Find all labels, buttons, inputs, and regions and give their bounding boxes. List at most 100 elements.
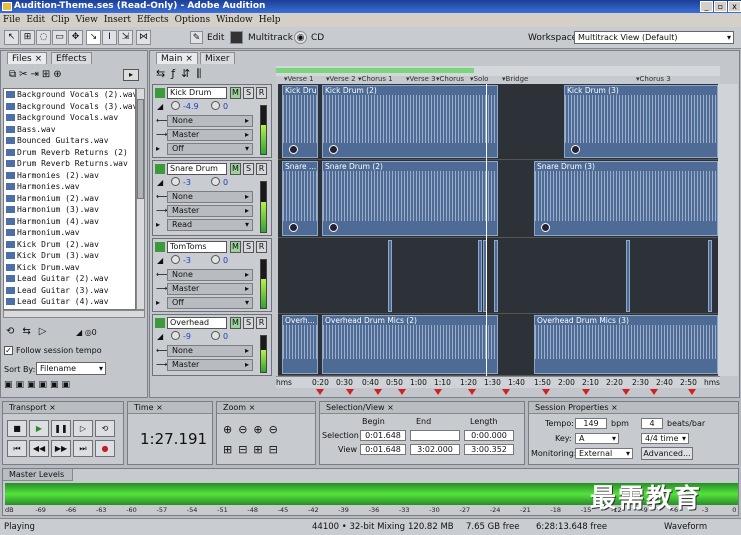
input-select[interactable]: None ▸	[167, 115, 253, 127]
view-length-field[interactable]: 3:00.352	[464, 444, 514, 455]
auto-play-icon[interactable]: ▸	[123, 69, 139, 81]
menu-edit[interactable]: Edit	[23, 13, 48, 27]
file-item[interactable]: Harmonium (4).wav	[4, 216, 135, 228]
volume-value[interactable]: -3	[183, 256, 191, 265]
minimize-button[interactable]: _	[700, 1, 713, 12]
tom-hit-clip[interactable]	[388, 240, 392, 312]
output-select[interactable]: Master ▸	[167, 205, 253, 217]
file-item[interactable]: Harmonium.wav	[4, 227, 135, 239]
file-item[interactable]: Lead Guitar (4).wav	[4, 296, 135, 308]
track-name[interactable]: TomToms	[167, 241, 227, 253]
input-select[interactable]: None ▸	[167, 191, 253, 203]
play-button[interactable]: ▶	[29, 420, 49, 437]
tom-hit-clip[interactable]	[494, 240, 498, 312]
input-select[interactable]: None ▸	[167, 345, 253, 357]
loop-button[interactable]: ⟲	[95, 420, 115, 437]
tab-files[interactable]: Files ×	[7, 52, 48, 64]
preview-volume-icon[interactable]: ◢ ◎0	[76, 328, 97, 337]
forward-button[interactable]: ▶▶	[51, 440, 71, 457]
file-item[interactable]: Harmonium (3).wav	[4, 204, 135, 216]
playhead[interactable]	[486, 84, 487, 376]
beats-field[interactable]: 4	[641, 418, 663, 429]
volume-value[interactable]: -4.9	[183, 102, 199, 111]
file-item[interactable]: Lead Guitar (3).wav	[4, 285, 135, 297]
sort-by-select[interactable]: Filename ▾	[36, 362, 106, 375]
multitrack-view-icon[interactable]	[230, 31, 243, 44]
cd-view-label[interactable]: CD	[311, 33, 324, 43]
stop-button[interactable]: ■	[7, 420, 27, 437]
input-select[interactable]: None ▸	[167, 269, 253, 281]
marker-triangle-icon[interactable]	[374, 389, 382, 395]
record-button[interactable]: R	[256, 317, 267, 329]
pan-value[interactable]: 0	[223, 332, 228, 341]
vertical-scrollbar[interactable]	[718, 84, 738, 376]
tab-effects[interactable]: Effects	[51, 52, 92, 64]
solo-button[interactable]: S	[243, 87, 254, 99]
solo-button[interactable]: S	[243, 317, 254, 329]
expand-icon[interactable]: ▸	[156, 144, 160, 153]
audio-clip[interactable]: Snare ...	[282, 161, 318, 236]
audio-clip[interactable]: Overhead Drum Mics (2)	[322, 315, 498, 374]
marker-label[interactable]: ▾Chorus 3	[636, 75, 671, 83]
file-item[interactable]: Harmonies.wav	[4, 181, 135, 193]
volume-value[interactable]: -9	[183, 332, 191, 341]
play-from-cursor-button[interactable]: ▷	[73, 420, 93, 437]
time-signature-select[interactable]: 4/4 time ▾	[641, 433, 689, 444]
audio-clip[interactable]: Kick Drum	[282, 85, 318, 158]
marker-triangle-icon[interactable]	[398, 389, 406, 395]
lane-tomtoms[interactable]	[278, 238, 718, 314]
marker-label[interactable]: ▾Verse 2	[326, 75, 356, 83]
solo-button[interactable]: S	[243, 163, 254, 175]
tempo-field[interactable]: 149	[575, 418, 607, 429]
marker-label[interactable]: ▾Verse 1	[284, 75, 314, 83]
record-button[interactable]: ●	[95, 440, 115, 457]
menu-options[interactable]: Options	[172, 13, 213, 27]
monitoring-select[interactable]: External ▾	[575, 448, 633, 459]
menu-clip[interactable]: Clip	[48, 13, 72, 27]
files-toolbar[interactable]: ⧉✂⇥⊞⊕	[9, 69, 65, 80]
audio-clip[interactable]: Overhead Drum Mics (3)	[534, 315, 718, 374]
file-item[interactable]: Lead Guitar (2).wav	[4, 273, 135, 285]
marker-label[interactable]: ▾Bridge	[502, 75, 528, 83]
solo-button[interactable]: S	[243, 241, 254, 253]
selection-end-field[interactable]	[410, 430, 460, 441]
marker-triangle-icon[interactable]	[582, 389, 590, 395]
menu-view[interactable]: View	[73, 13, 101, 27]
file-item[interactable]: Kick Drum.wav	[4, 262, 135, 274]
file-item[interactable]: Bass.wav	[4, 124, 135, 136]
selection-length-field[interactable]: 0:00.000	[464, 430, 514, 441]
file-list-hscroll[interactable]	[3, 310, 145, 318]
marker-triangle-icon[interactable]	[502, 389, 510, 395]
view-end-field[interactable]: 3:02.000	[410, 444, 460, 455]
rewind-button[interactable]: ◀◀	[29, 440, 49, 457]
volume-value[interactable]: -3	[183, 178, 191, 187]
track-name[interactable]: Overhead	[167, 317, 227, 329]
menu-file[interactable]: File	[0, 13, 23, 27]
marker-label[interactable]: ▾Verse 3	[406, 75, 436, 83]
forward-end-button[interactable]: ⏭	[73, 440, 93, 457]
volume-knob[interactable]	[171, 177, 180, 186]
menu-window[interactable]: Window	[213, 13, 256, 27]
marker-triangle-icon[interactable]	[688, 389, 696, 395]
follow-tempo-checkbox[interactable]: ✓	[4, 346, 13, 355]
track-name[interactable]: Snare Drum	[167, 163, 227, 175]
output-select[interactable]: Master ▸	[167, 283, 253, 295]
file-item[interactable]: Kick Drum (3).wav	[4, 250, 135, 262]
workspace-select[interactable]: Multitrack View (Default) ▾	[574, 31, 734, 44]
marker-triangle-icon[interactable]	[650, 389, 658, 395]
pan-value[interactable]: 0	[223, 178, 228, 187]
rewind-start-button[interactable]: ⏮	[7, 440, 27, 457]
file-list-scrollbar[interactable]	[136, 88, 145, 310]
tab-main[interactable]: Main ×	[156, 52, 198, 64]
pan-value[interactable]: 0	[223, 102, 228, 111]
output-select[interactable]: Master ▸	[167, 359, 253, 371]
select-icon[interactable]: ⊞	[20, 30, 35, 45]
timeline-ruler[interactable]: hms 0:20 0:30 0:40 0:50 1:00 1:10 1:20 1:30 1:40 1…	[276, 376, 720, 388]
multitrack-view-label[interactable]: Multitrack	[248, 33, 293, 43]
lane-overhead[interactable]: Overh... Overhead Drum Mics (2) Overhead D…	[278, 314, 718, 376]
mute-button[interactable]: M	[230, 317, 241, 329]
close-button[interactable]: x	[728, 1, 741, 12]
expand-icon[interactable]: ▸	[156, 220, 160, 229]
lasso-icon[interactable]: ◌	[36, 30, 51, 45]
record-button[interactable]: R	[256, 87, 267, 99]
